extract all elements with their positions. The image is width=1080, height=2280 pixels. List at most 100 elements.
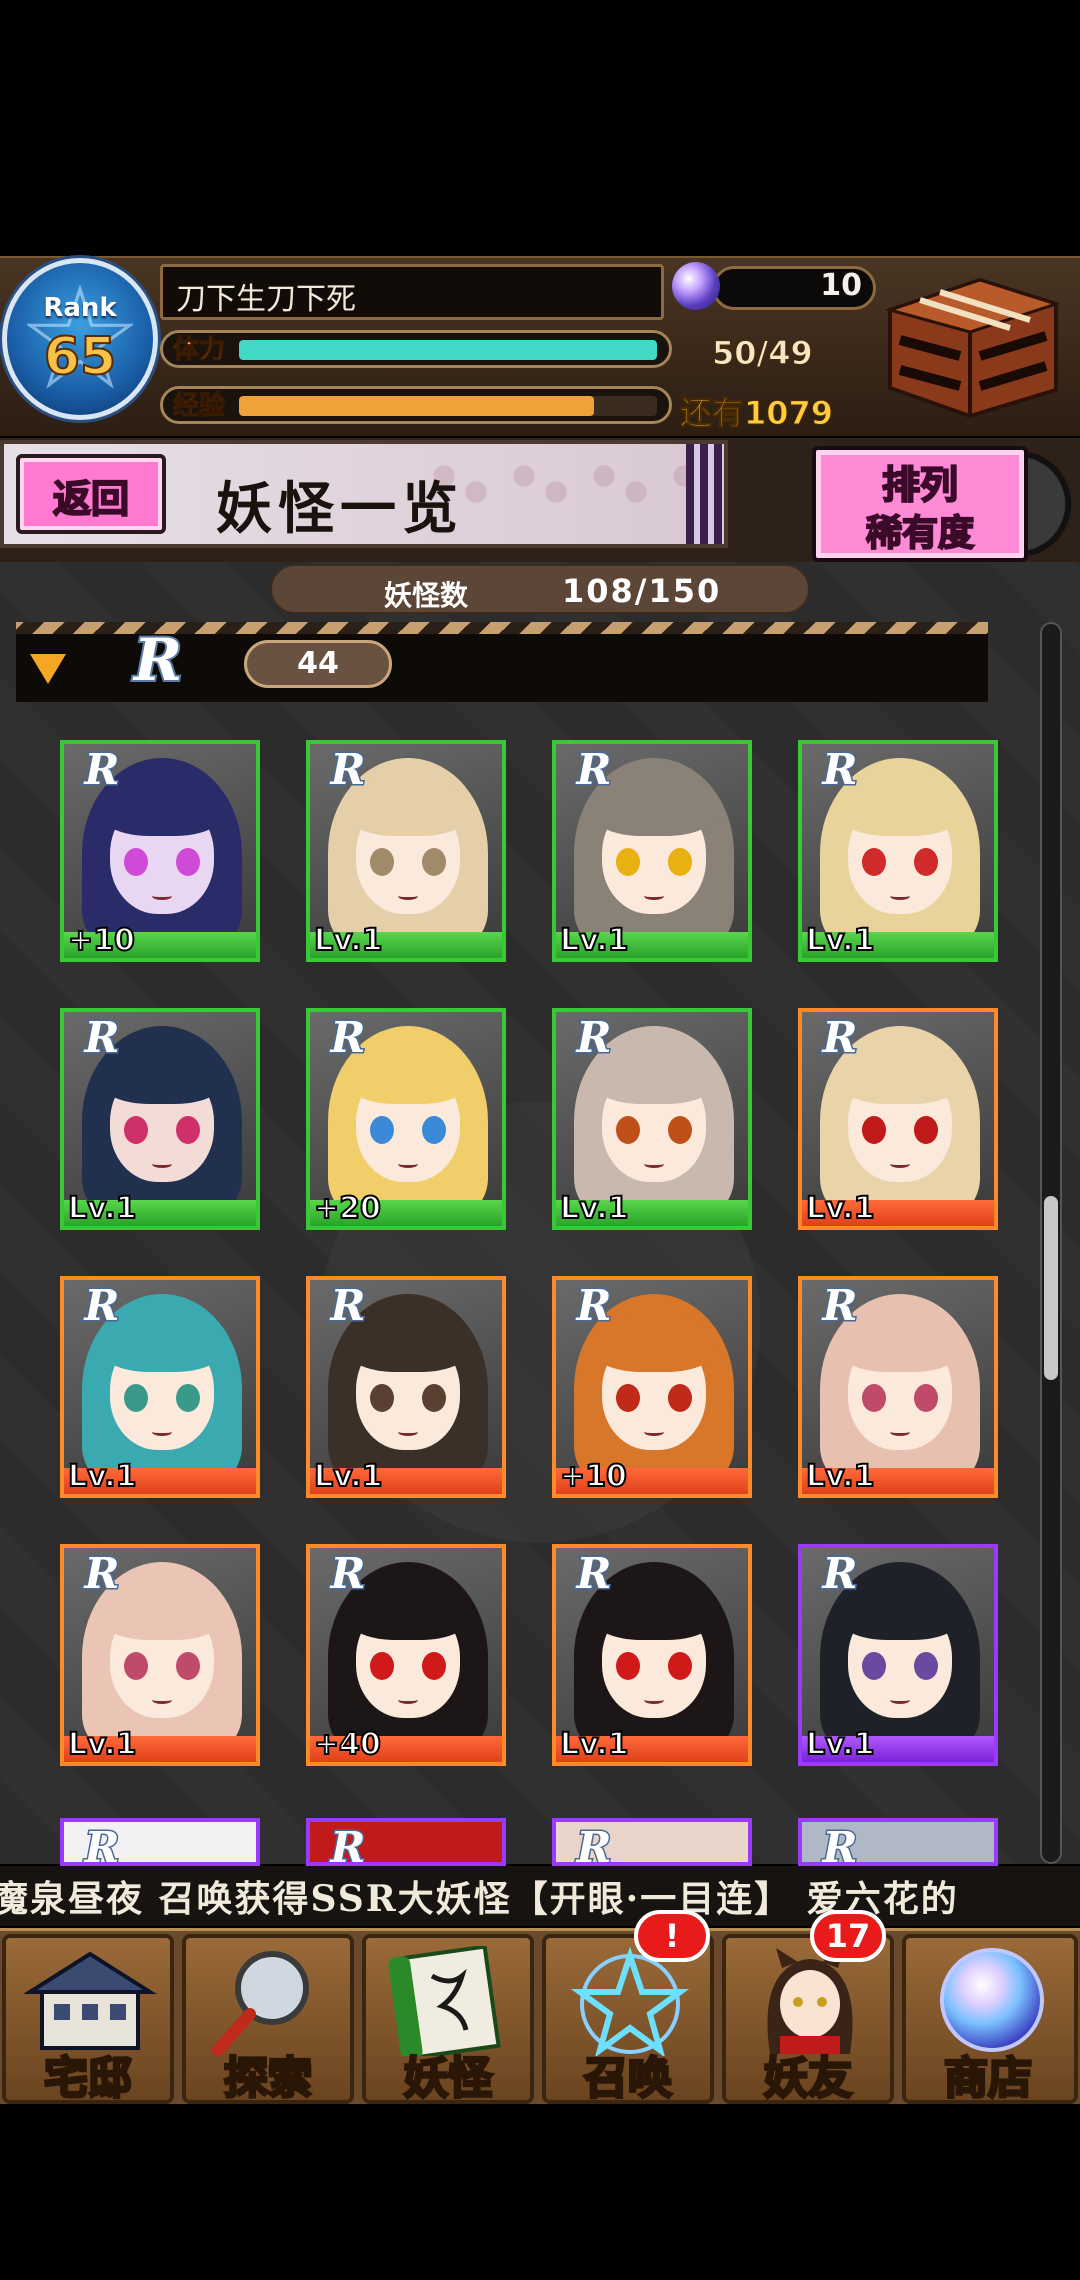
rarity-count: 44 <box>244 640 392 688</box>
nav-label: 宅邸 <box>43 2052 134 2106</box>
portrait-eye <box>668 848 692 876</box>
portrait-eye <box>370 1384 394 1412</box>
card-level: Lv.1 <box>805 1191 875 1227</box>
portrait-eye <box>862 1384 886 1412</box>
card-level: Lv.1 <box>805 1727 875 1763</box>
scroll-icon <box>388 1946 501 2056</box>
portrait-eye <box>862 1116 886 1144</box>
yokai-card[interactable]: R Lv.1 <box>306 1276 506 1498</box>
portrait-eye <box>862 1652 886 1680</box>
portrait-eye <box>422 1652 446 1680</box>
yokai-card[interactable]: R Lv.1 <box>798 1276 998 1498</box>
svg-text:R: R <box>330 1550 366 1596</box>
svg-text:R: R <box>84 1824 120 1866</box>
nav-yokai-button[interactable]: 妖怪 <box>362 1934 534 2106</box>
nav-shop-button[interactable]: 商店 <box>902 1934 1078 2106</box>
yokai-card[interactable]: R Lv.1 <box>798 1544 998 1766</box>
scrollbar-thumb[interactable] <box>1044 1196 1058 1380</box>
sort-button[interactable]: 排列 稀有度 <box>812 446 1028 562</box>
card-level: Lv.1 <box>313 923 383 959</box>
portrait-eye <box>668 1116 692 1144</box>
portrait-eye <box>124 1384 148 1412</box>
title-plate-stripe <box>686 444 724 544</box>
yokai-card[interactable]: R +40 <box>306 1544 506 1766</box>
r-rarity-icon: R <box>820 1282 859 1328</box>
portrait-eye <box>616 1116 640 1144</box>
yokai-card[interactable]: R Lv.1 <box>60 1276 260 1498</box>
card-level: Lv.1 <box>67 1191 137 1227</box>
treasure-chest-icon[interactable] <box>880 270 1066 420</box>
svg-text:R: R <box>84 1014 120 1060</box>
portrait-eye <box>370 1652 394 1680</box>
exp-fill <box>239 396 595 416</box>
portrait-mouth <box>152 1428 172 1436</box>
r-rarity-icon: R <box>574 1550 613 1596</box>
portrait-eye <box>370 1116 394 1144</box>
portrait-mouth <box>890 892 910 900</box>
friends-count-badge: 17 <box>810 1910 886 1962</box>
yokai-card[interactable]: R Lv.1 <box>60 1544 260 1766</box>
stamina-fill <box>239 340 657 360</box>
back-button[interactable]: 返回 <box>16 454 166 534</box>
yokai-count-value: 108/150 <box>562 572 722 610</box>
nav-label: 召唤 <box>583 2052 674 2106</box>
yokai-card[interactable]: R +20 <box>306 1008 506 1230</box>
portrait-eye <box>422 848 446 876</box>
yokai-card[interactable]: R Lv.1 <box>552 740 752 962</box>
svg-text:R: R <box>330 1824 366 1866</box>
yokai-card-partial[interactable]: R <box>306 1818 506 1866</box>
r-rarity-icon: R <box>820 1824 859 1862</box>
card-level: Lv.1 <box>313 1459 383 1495</box>
nav-mansion-button[interactable]: 宅邸 <box>2 1934 174 2106</box>
system-bar <box>0 2104 1080 2280</box>
yokai-card[interactable]: R Lv.1 <box>306 740 506 962</box>
portrait-eye <box>914 1116 938 1144</box>
rank-badge[interactable]: Rank 65 <box>2 258 158 420</box>
portrait-eye <box>176 1384 200 1412</box>
portrait-mouth <box>398 1696 418 1704</box>
yokai-card[interactable]: R Lv.1 <box>552 1544 752 1766</box>
svg-text:R: R <box>822 1014 858 1060</box>
rank-value: 65 <box>43 326 117 388</box>
r-rarity-icon: R <box>328 1282 367 1328</box>
yokai-card-partial[interactable]: R <box>552 1818 752 1866</box>
nav-explore-button[interactable]: 探索 <box>182 1934 354 2106</box>
stamina-track <box>239 340 657 360</box>
svg-text:R: R <box>84 746 120 792</box>
portrait-eye <box>124 1116 148 1144</box>
r-rarity-icon: R <box>82 1282 121 1328</box>
exp-track <box>239 396 657 416</box>
portrait-eye <box>914 1384 938 1412</box>
svg-text:R: R <box>576 1550 612 1596</box>
yokai-card-partial[interactable]: R <box>798 1818 998 1866</box>
svg-text:R: R <box>576 1282 612 1328</box>
yokai-count-pill: 妖怪数 108/150 <box>270 564 810 614</box>
yokai-card-partial[interactable]: R <box>60 1818 260 1866</box>
card-level: +10 <box>559 1459 628 1495</box>
portrait-mouth <box>398 1428 418 1436</box>
yokai-card[interactable]: R +10 <box>60 740 260 962</box>
portrait-eye <box>124 848 148 876</box>
yokai-card[interactable]: R Lv.1 <box>798 1008 998 1230</box>
magnifier-icon <box>212 1951 309 2056</box>
yokai-card[interactable]: R Lv.1 <box>60 1008 260 1230</box>
r-rarity-icon: R <box>574 1282 613 1328</box>
yokai-card[interactable]: R Lv.1 <box>552 1008 752 1230</box>
card-level: Lv.1 <box>67 1727 137 1763</box>
portrait-eye <box>176 848 200 876</box>
portrait-eye <box>616 1652 640 1680</box>
svg-text:R: R <box>132 628 182 694</box>
portrait-mouth <box>890 1160 910 1168</box>
collapse-arrow-icon[interactable] <box>30 654 66 684</box>
card-level: +10 <box>67 923 136 959</box>
yokai-card[interactable]: R +10 <box>552 1276 752 1498</box>
portrait-eye <box>616 848 640 876</box>
yokai-card[interactable]: R Lv.1 <box>798 740 998 962</box>
yokai-count-label: 妖怪数 <box>384 579 469 612</box>
portrait-eye <box>422 1116 446 1144</box>
stamina-bar: 体力 <box>160 330 672 368</box>
portrait-mouth <box>644 1160 664 1168</box>
r-rarity-icon: R <box>130 628 184 694</box>
nav-label: 探索 <box>223 2052 314 2106</box>
mansion-icon <box>23 1951 157 2050</box>
